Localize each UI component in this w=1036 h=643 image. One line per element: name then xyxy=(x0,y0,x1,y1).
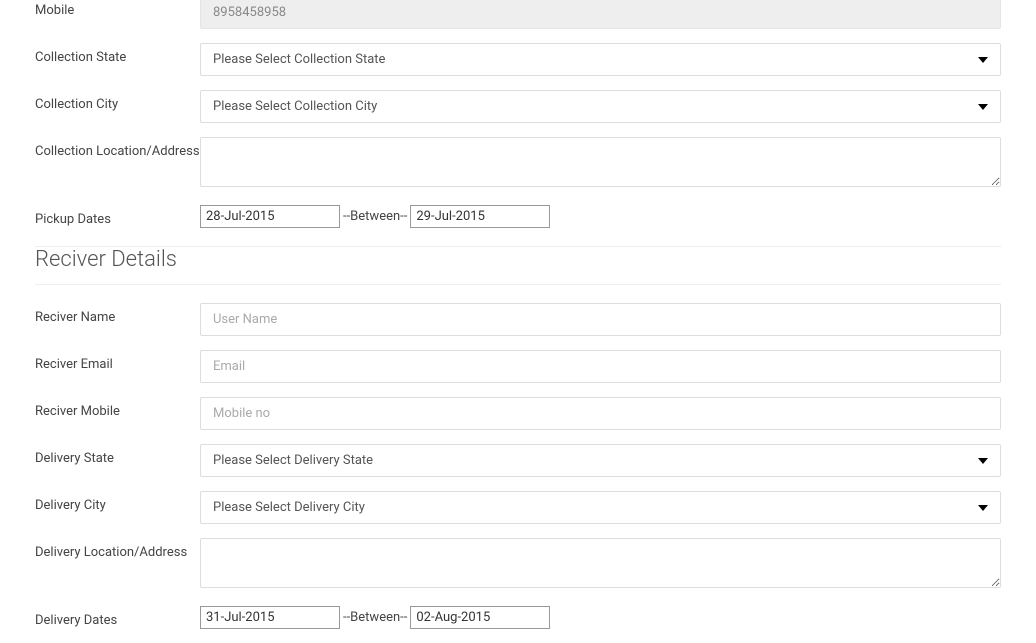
collection-state-label: Collection State xyxy=(35,43,200,65)
pickup-date-from-input[interactable] xyxy=(200,205,340,228)
mobile-input[interactable] xyxy=(200,0,1001,29)
pickup-dates-label: Pickup Dates xyxy=(35,205,200,227)
receiver-email-row: Reciver Email xyxy=(35,350,1001,383)
pickup-dates-row: Pickup Dates --Between-- xyxy=(35,205,1001,228)
delivery-date-to-input[interactable] xyxy=(410,606,550,629)
receiver-email-input[interactable] xyxy=(200,350,1001,383)
collection-state-select[interactable]: Please Select Collection State xyxy=(200,43,1001,76)
delivery-address-row: Delivery Location/Address xyxy=(35,538,1001,592)
collection-address-row: Collection Location/Address xyxy=(35,137,1001,191)
collection-city-label: Collection City xyxy=(35,90,200,112)
delivery-dates-row: Delivery Dates --Between-- xyxy=(35,606,1001,629)
receiver-name-row: Reciver Name xyxy=(35,303,1001,336)
receiver-name-label: Reciver Name xyxy=(35,303,200,325)
mobile-label: Mobile xyxy=(35,0,200,18)
delivery-between-text: --Between-- xyxy=(343,610,407,625)
delivery-address-textarea[interactable] xyxy=(200,538,1001,588)
delivery-city-label: Delivery City xyxy=(35,491,200,513)
delivery-address-label: Delivery Location/Address xyxy=(35,538,200,560)
delivery-state-label: Delivery State xyxy=(35,444,200,466)
receiver-name-input[interactable] xyxy=(200,303,1001,336)
delivery-state-select[interactable]: Please Select Delivery State xyxy=(200,444,1001,477)
collection-address-textarea[interactable] xyxy=(200,137,1001,187)
pickup-date-to-input[interactable] xyxy=(410,205,550,228)
receiver-mobile-input[interactable] xyxy=(200,397,1001,430)
delivery-state-row: Delivery State Please Select Delivery St… xyxy=(35,444,1001,477)
receiver-mobile-row: Reciver Mobile xyxy=(35,397,1001,430)
delivery-date-from-input[interactable] xyxy=(200,606,340,629)
delivery-city-select[interactable]: Please Select Delivery City xyxy=(200,491,1001,524)
receiver-email-label: Reciver Email xyxy=(35,350,200,372)
collection-city-select[interactable]: Please Select Collection City xyxy=(200,90,1001,123)
delivery-city-row: Delivery City Please Select Delivery Cit… xyxy=(35,491,1001,524)
collection-state-row: Collection State Please Select Collectio… xyxy=(35,43,1001,76)
receiver-section-title: Reciver Details xyxy=(35,246,1001,285)
pickup-between-text: --Between-- xyxy=(343,209,407,224)
mobile-row: Mobile xyxy=(35,0,1001,29)
receiver-mobile-label: Reciver Mobile xyxy=(35,397,200,419)
collection-address-label: Collection Location/Address xyxy=(35,137,200,159)
collection-city-row: Collection City Please Select Collection… xyxy=(35,90,1001,123)
delivery-dates-label: Delivery Dates xyxy=(35,606,200,628)
